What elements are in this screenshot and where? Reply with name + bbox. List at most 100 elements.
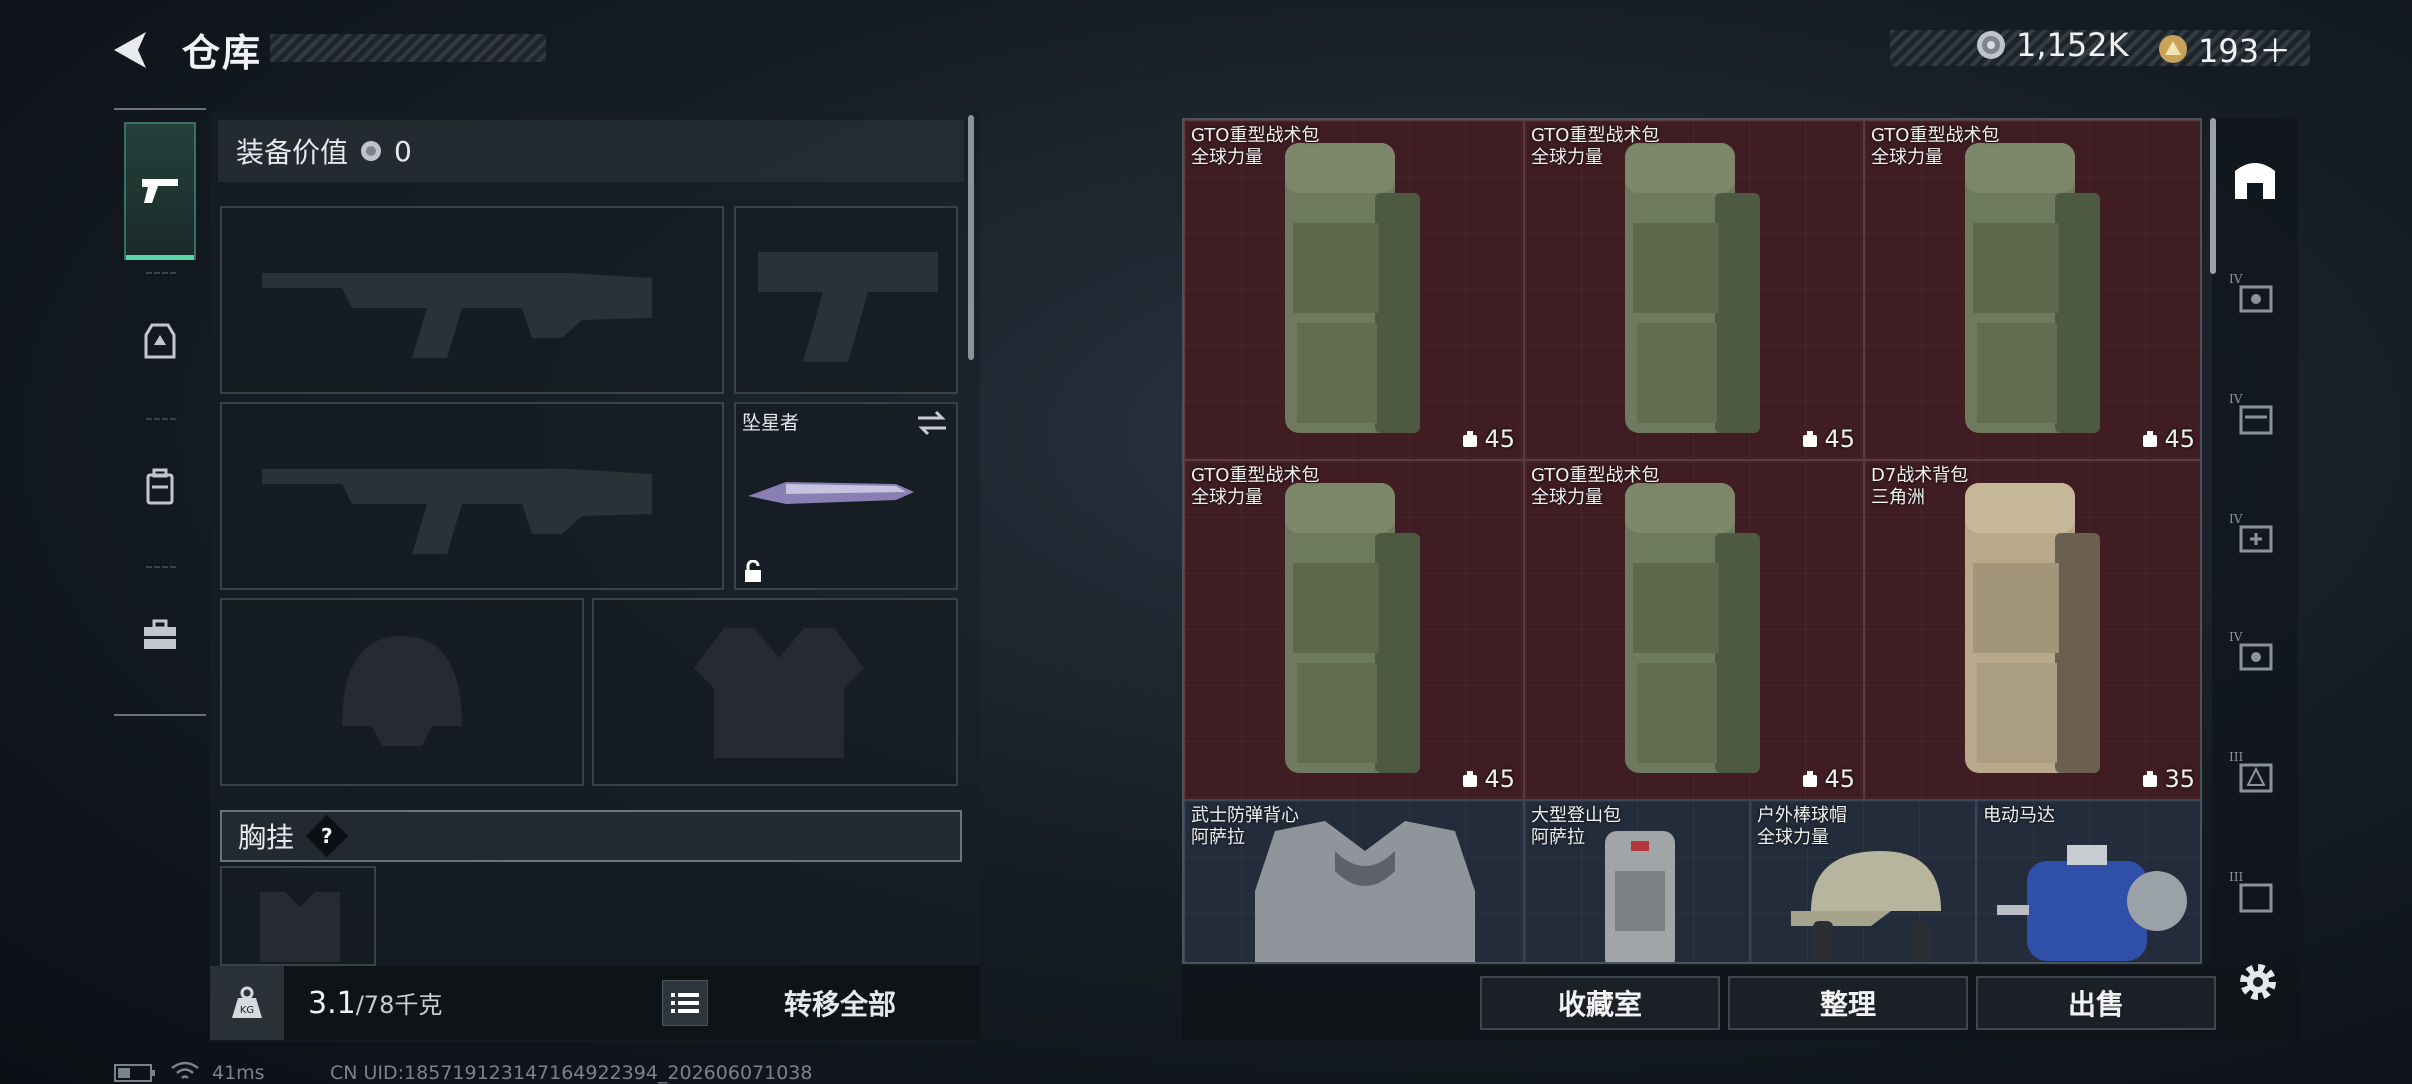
gold-currency[interactable]: 193＋ [2158, 26, 2291, 72]
helmet-silhouette [342, 636, 462, 746]
armor-icon [144, 323, 176, 359]
item-capacity: 45 [1800, 425, 1855, 453]
organize-button[interactable]: 整理 [1728, 976, 1968, 1030]
toolbox-icon [144, 619, 176, 649]
item-name: GTO重型战术包 全球力量 [1191, 125, 1320, 168]
pistol-silhouette [758, 252, 938, 362]
case-icon: IV [2229, 392, 2273, 435]
item-name: GTO重型战术包 全球力量 [1531, 465, 1660, 508]
chest-rig-header: 胸挂 ? [220, 810, 962, 862]
medkit-icon: IV [2229, 512, 2273, 553]
svg-text:IV: IV [2229, 272, 2243, 286]
storage-item-8[interactable]: 大型登山包 阿萨拉 [1524, 800, 1750, 962]
svg-text:IV: IV [2229, 512, 2243, 526]
sell-button[interactable]: 出售 [1976, 976, 2216, 1030]
capacity-icon [1463, 431, 1478, 447]
capacity-icon [2143, 431, 2158, 447]
tab-armor[interactable] [124, 272, 196, 410]
tab-backpack[interactable] [124, 418, 196, 556]
knife-icon [748, 482, 914, 504]
filter-tier-4-b[interactable]: IV [2222, 384, 2288, 450]
item-capacity: 45 [1800, 765, 1855, 793]
filter-tier-4-c[interactable]: IV [2222, 504, 2288, 570]
capacity-icon [1803, 431, 1818, 447]
heavy-backpack-image [1965, 143, 2100, 433]
storage-item-6[interactable]: D7战术背包 三角洲 35 [1864, 460, 2200, 800]
item-name: GTO重型战术包 全球力量 [1531, 125, 1660, 168]
lock-icon [745, 560, 761, 582]
item-capacity: 45 [1460, 425, 1515, 453]
heavy-backpack-image [1625, 143, 1760, 433]
storage-item-4[interactable]: GTO重型战术包 全球力量 45 [1184, 460, 1524, 800]
silver-coin-icon [1977, 31, 2005, 59]
tab-weapons[interactable] [124, 122, 196, 260]
vest-silhouette [694, 628, 864, 758]
user-uid: CN UID:18571912314716492239​4_2026060710… [330, 1062, 813, 1084]
svg-text:IV: IV [2229, 392, 2243, 406]
wifi-icon [171, 1061, 199, 1079]
page-title: 仓库 [182, 31, 263, 75]
storage-item-10[interactable]: 电动马达 [1976, 800, 2200, 962]
primary-weapon-slot-2[interactable] [220, 402, 724, 590]
svg-text:III: III [2229, 870, 2243, 884]
backpack-icon [146, 468, 174, 505]
equipment-scrollbar[interactable] [968, 115, 974, 360]
item-capacity: 45 [2140, 425, 2195, 453]
gold-coin-icon [2159, 35, 2187, 63]
item-name: D7战术背包 三角洲 [1871, 465, 1969, 508]
heavy-backpack-image [1285, 143, 1420, 433]
weight-current: 3.1 [308, 986, 356, 1021]
tab-toolbox[interactable] [124, 566, 196, 704]
list-icon [671, 993, 699, 1013]
back-arrow-icon[interactable] [110, 28, 154, 72]
list-view-button[interactable] [662, 980, 708, 1026]
chest-rig-slot[interactable] [220, 866, 376, 966]
capacity-icon [1463, 771, 1478, 787]
svg-text:III: III [2229, 750, 2243, 764]
equipment-value-label: 装备价值 [236, 136, 349, 169]
item-name: 户外棒球帽 全球力量 [1757, 805, 1847, 848]
item-name: GTO重型战术包 全球力量 [1191, 465, 1320, 508]
transfer-all-button[interactable]: 转移全部 [760, 966, 920, 1040]
silver-currency[interactable]: 1,152K [1976, 26, 2129, 64]
helmet-slot[interactable] [220, 598, 584, 786]
item-name: 大型登山包 阿萨拉 [1531, 805, 1621, 848]
melee-slot[interactable]: 坠星者 [734, 402, 958, 590]
pistol-icon [142, 179, 178, 203]
storage-item-2[interactable]: GTO重型战术包 全球力量 45 [1524, 120, 1864, 460]
weight-readout: 3.1/78千克 [308, 985, 442, 1021]
primary-weapon-slot-1[interactable] [220, 206, 724, 394]
chest-rig-silhouette [260, 892, 340, 962]
tab-column-bottom-border [114, 714, 206, 716]
storage-item-1[interactable]: GTO重型战术包 全球力量 45 [1184, 120, 1524, 460]
body-armor-slot[interactable] [592, 598, 958, 786]
storage-item-9[interactable]: 户外棒球帽 全球力量 [1750, 800, 1976, 962]
safe-box-icon: IV [2229, 630, 2273, 671]
tab-column-top-border [114, 108, 206, 110]
collection-room-button[interactable]: 收藏室 [1480, 976, 1720, 1030]
item-name: 电动马达 [1983, 805, 2055, 826]
silver-coin-icon [361, 141, 382, 161]
storage-item-3[interactable]: GTO重型战术包 全球力量 45 [1864, 120, 2200, 460]
swap-icon[interactable] [916, 410, 948, 436]
gear-icon[interactable] [2234, 958, 2282, 1006]
storage-item-5[interactable]: GTO重型战术包 全球力量 45 [1524, 460, 1864, 800]
storage-item-7[interactable]: 武士防弹背心 阿萨拉 [1184, 800, 1524, 962]
equipment-value-bar: 装备价值 0 [218, 120, 964, 182]
filter-tier-4-a[interactable]: IV [2222, 264, 2288, 330]
help-icon[interactable]: ? [305, 814, 349, 858]
svg-text:KG: KG [240, 1005, 254, 1016]
filter-all[interactable] [2222, 146, 2288, 212]
title-decoration [270, 34, 546, 62]
filter-scrollbar[interactable] [2210, 118, 2216, 274]
sidearm-slot[interactable] [734, 206, 958, 394]
box-icon: III [2229, 870, 2273, 913]
storage-grid: GTO重型战术包 全球力量 45 GTO重型战术包 全球力量 45 GTO重型战术包… [1182, 118, 2202, 964]
filter-tier-3-a[interactable]: III [2222, 742, 2288, 808]
electric-motor-image [1997, 845, 2187, 961]
gold-amount: 193＋ [2198, 32, 2292, 70]
filter-tier-3-b[interactable]: III [2222, 862, 2288, 928]
silver-amount: 1,152K [2016, 26, 2129, 64]
melee-name: 坠星者 [742, 412, 800, 434]
filter-tier-4-d[interactable]: IV [2222, 622, 2288, 688]
